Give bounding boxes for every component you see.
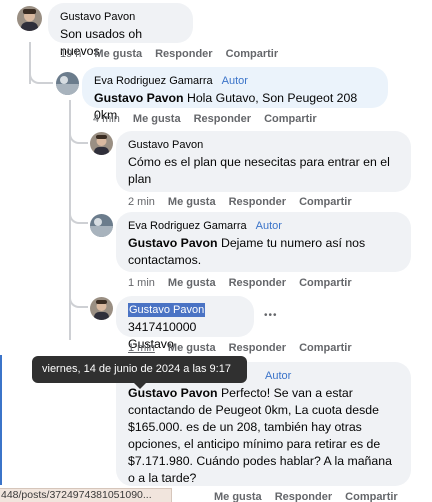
reply-button[interactable]: Responder <box>194 112 251 126</box>
like-button[interactable]: Me gusta <box>168 276 216 290</box>
reply-button[interactable]: Responder <box>229 276 286 290</box>
like-button[interactable]: Me gusta <box>133 112 181 126</box>
comment-time[interactable]: 2 min <box>128 195 155 209</box>
comment-bubble: Gustavo Pavon Cómo es el plan que neseci… <box>116 131 411 192</box>
author-badge: Autor <box>221 75 248 87</box>
more-options-icon[interactable]: ••• <box>264 310 278 321</box>
share-button[interactable]: Compartir <box>345 490 398 502</box>
thread-curve-4 <box>69 290 88 308</box>
mention-link[interactable]: Gustavo Pavon <box>128 236 218 250</box>
comment-time[interactable]: 4 min <box>93 112 120 126</box>
comment-actions: 1 min Me gusta Responder Compartir <box>128 276 352 290</box>
comment-text: Gustavo Pavon Dejame tu numero así nos c… <box>128 235 399 269</box>
thread-curve-2 <box>69 126 88 144</box>
comment-text: Cómo es el plan que nesecitas para entra… <box>128 155 390 186</box>
comment-actions: 19 h Me gusta Responder Compartir <box>60 47 278 61</box>
author-badge: Autor <box>265 370 292 382</box>
reply-button[interactable]: Responder <box>275 490 332 502</box>
reply-button[interactable]: Responder <box>229 195 286 209</box>
comment-text: Gustavo Pavon Perfecto! Se van a estar c… <box>128 385 399 487</box>
comment-actions: 4 min Me gusta Responder Compartir <box>93 112 317 126</box>
comment-bubble: Eva Rodriguez Gamarra Autor Gustavo Pavo… <box>82 67 388 122</box>
comment-time[interactable]: 1 min <box>128 276 155 290</box>
comment-author-selected[interactable]: Gustavo Pavon <box>128 303 206 317</box>
status-bar-url: 448/posts/3724974381051090... <box>0 488 172 502</box>
timestamp-tooltip: viernes, 14 de junio de 2024 a las 9:17 … <box>32 356 247 402</box>
comment-bubble: Gustavo Pavon 3417410000 Gustavo <box>116 296 254 351</box>
like-button[interactable]: Me gusta <box>168 341 216 355</box>
comment-author[interactable]: Gustavo Pavon <box>60 10 135 24</box>
avatar[interactable] <box>90 214 113 237</box>
comment-bubble: Gustavo Pavon Son usados oh nuevos <box>48 3 193 58</box>
thread-curve-3 <box>69 206 88 224</box>
comment-time[interactable]: 1 min <box>128 341 155 355</box>
comment-author[interactable]: Eva Rodriguez Gamarra <box>94 74 213 88</box>
comment-time[interactable]: 19 h <box>60 47 81 61</box>
avatar[interactable] <box>56 72 79 95</box>
reply-button[interactable]: Responder <box>229 341 286 355</box>
avatar[interactable] <box>90 132 113 155</box>
page-edge-accent <box>0 355 2 485</box>
like-button[interactable]: Me gusta <box>94 47 142 61</box>
reply-button[interactable]: Responder <box>155 47 212 61</box>
share-button[interactable]: Compartir <box>299 341 352 355</box>
share-button[interactable]: Compartir <box>299 195 352 209</box>
comment-text-rest: Perfecto! Se van a estar contactando de … <box>128 386 392 485</box>
share-button[interactable]: Compartir <box>226 47 279 61</box>
author-badge: Autor <box>255 220 282 232</box>
comment-actions: 2 min Me gusta Responder Compartir <box>128 195 352 209</box>
comment-bubble: Eva Rodriguez Gamarra Autor Gustavo Pavo… <box>116 212 411 272</box>
avatar[interactable] <box>17 6 42 31</box>
thread-curve-1 <box>29 60 53 84</box>
like-button[interactable]: Me gusta <box>168 195 216 209</box>
avatar[interactable] <box>90 297 113 320</box>
comment-author[interactable]: Eva Rodriguez Gamarra <box>128 219 247 233</box>
share-button[interactable]: Compartir <box>264 112 317 126</box>
comment-actions: 1 min Me gusta Responder Compartir <box>128 341 352 355</box>
share-button[interactable]: Compartir <box>299 276 352 290</box>
comment-author[interactable]: Gustavo Pavon <box>128 138 203 152</box>
like-button[interactable]: Me gusta <box>214 490 262 502</box>
mention-link[interactable]: Gustavo Pavon <box>94 91 184 105</box>
tooltip-caret <box>134 383 146 389</box>
comment-actions: Me gusta Responder Compartir <box>214 490 398 502</box>
